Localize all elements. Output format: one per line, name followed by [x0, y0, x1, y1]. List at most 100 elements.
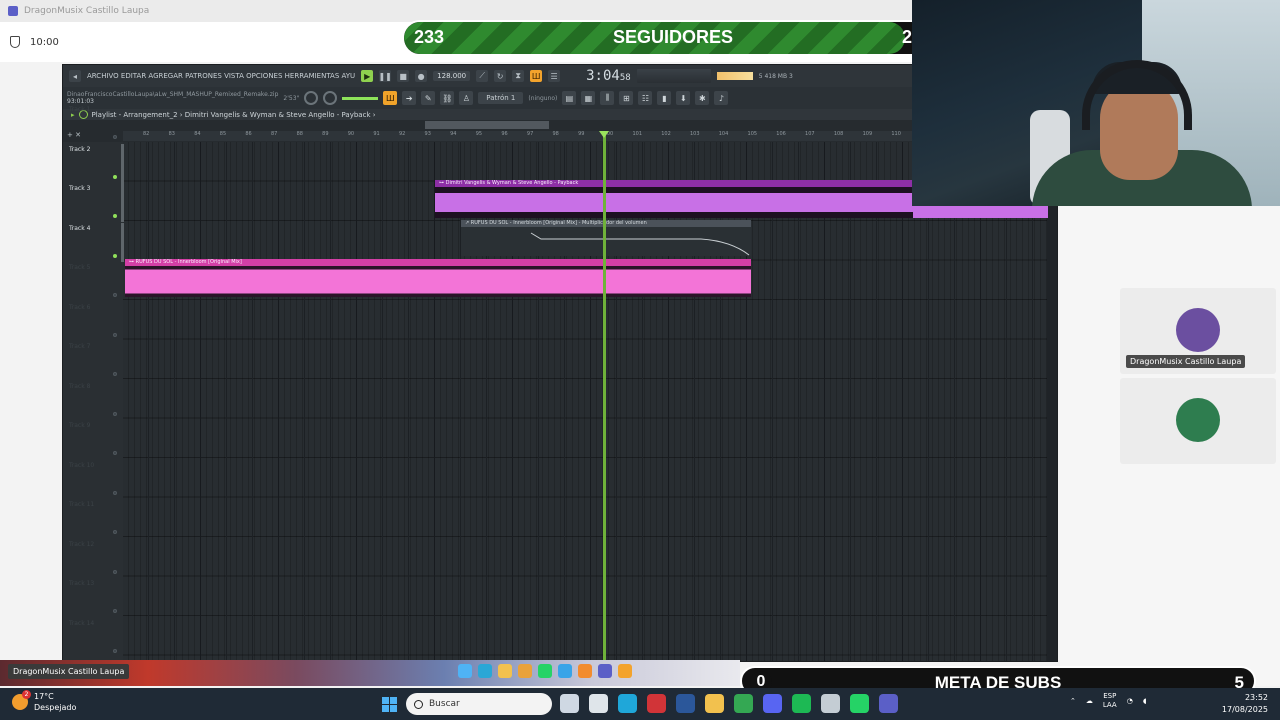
track-mute-led-icon[interactable] [113, 332, 117, 337]
snap-icon[interactable]: Ш [530, 70, 543, 82]
taskbar-search[interactable]: Buscar [406, 693, 552, 715]
fl-menu-items[interactable]: ARCHIVO EDITAR AGREGAR PATRONES VISTA OP… [87, 72, 355, 80]
search-placeholder: Buscar [429, 699, 460, 709]
track-header[interactable]: Track 9 [63, 420, 123, 460]
master-volume-knob[interactable] [304, 91, 319, 105]
song-time: 3:04 [586, 68, 620, 84]
track-header[interactable]: Track 6 [63, 302, 123, 342]
track-mute-led-icon[interactable] [113, 569, 117, 574]
track-header[interactable]: Track 10 [63, 460, 123, 500]
wrench-icon[interactable]: ✱ [695, 91, 710, 105]
playlist-icon[interactable]: ▤ [562, 91, 577, 105]
track-header[interactable]: Track 5 [63, 262, 123, 302]
participant-card-2[interactable] [1120, 378, 1276, 464]
taskview-icon[interactable] [560, 694, 579, 713]
track-header[interactable]: Track 4 [63, 222, 124, 263]
plugin-icon[interactable]: ▮ [657, 91, 672, 105]
metronome-icon[interactable]: ⟋ [476, 70, 489, 82]
track-header[interactable]: Track 11 [63, 499, 123, 539]
record-icon[interactable]: ● [415, 70, 428, 82]
wifi-icon[interactable]: ◔ [1127, 697, 1133, 705]
track-header[interactable]: Track 2 [63, 143, 124, 184]
stamp-icon[interactable]: ♙ [459, 91, 474, 105]
tray-cloud-icon[interactable]: ☁ [1086, 697, 1093, 705]
memory-mb: 418 MB [764, 72, 788, 80]
pat-song-toggle-icon[interactable]: ▶ [361, 70, 374, 82]
edge-icon[interactable] [618, 694, 637, 713]
track-mute-led-icon[interactable] [113, 214, 117, 218]
track-mute-led-icon[interactable] [113, 253, 117, 258]
tray-chevron-icon[interactable]: ⌃ [1070, 697, 1076, 705]
playhead-marker-icon[interactable] [599, 131, 609, 138]
windows-start-icon[interactable] [382, 697, 397, 712]
pause-icon[interactable]: ❚❚ [378, 70, 392, 82]
track-mute-led-icon[interactable] [113, 648, 117, 653]
track-mute-led-icon[interactable] [113, 609, 117, 613]
master-pitch-knob[interactable] [323, 91, 338, 105]
volume-icon[interactable]: ◖ [1143, 697, 1147, 705]
pdf-icon[interactable] [647, 694, 666, 713]
word-icon[interactable] [676, 694, 695, 713]
automation-curve [530, 232, 750, 256]
store-icon[interactable] [589, 694, 608, 713]
timeline-ruler[interactable]: 82 83 84 85 86 87 88 89 90 91 92 93 94 95 96 97 98 99 100 1… [123, 131, 921, 141]
track-selector-rail[interactable] [121, 143, 124, 183]
clip-innerbloom[interactable]: ⊶ RUFUS DU SOL - Innerbloom [Original Mi… [125, 259, 751, 297]
track-header[interactable]: Track 12 [63, 539, 123, 579]
fl-menu-icon[interactable]: ◂ [69, 70, 81, 82]
track-header[interactable]: Track 14 [63, 618, 123, 658]
weather-widget[interactable]: 2 17°C Despejado [12, 690, 76, 713]
clip-volume-automation[interactable]: ↗ RUFUS DU SOL - Innerbloom [Original Mi… [461, 220, 751, 256]
vertical-scrollbar[interactable] [1047, 142, 1057, 661]
piano-roll-icon[interactable]: ▦ [581, 91, 596, 105]
track-selector-rail[interactable] [121, 222, 124, 262]
discord-icon[interactable] [763, 694, 782, 713]
language-indicator[interactable]: ESP LAA [1103, 692, 1117, 710]
chrome-icon[interactable] [734, 694, 753, 713]
link-icon[interactable]: ⛓ [440, 91, 455, 105]
track-mute-led-icon[interactable] [113, 411, 117, 416]
track-header[interactable]: Track 3 [63, 183, 124, 223]
master-slider[interactable] [342, 96, 379, 100]
explorer-icon[interactable] [705, 694, 724, 713]
cpu-meter [716, 72, 753, 80]
track-selector-rail[interactable] [121, 183, 124, 222]
teams-icon[interactable] [879, 694, 898, 713]
track-mute-led-icon[interactable] [113, 490, 117, 495]
blend-icon[interactable]: ☰ [548, 70, 561, 82]
app-icon[interactable] [821, 694, 840, 713]
track-mute-led-icon[interactable] [113, 135, 117, 139]
track-header[interactable]: Track 8 [63, 381, 123, 421]
track-header[interactable]: Track 1 [63, 104, 123, 144]
track-mute-led-icon[interactable] [113, 451, 117, 455]
whatsapp-icon[interactable] [850, 694, 869, 713]
taskbar-clock[interactable]: 23:52 17/08/2025 [1222, 692, 1268, 716]
playhead[interactable] [603, 131, 606, 661]
file-path: DinaoFranciscoCastilloLaupa\aLw_SHM_MASH… [67, 91, 279, 98]
track-mute-led-icon[interactable] [113, 372, 117, 376]
cloud-icon[interactable]: ⬇ [676, 91, 691, 105]
playlist-breadcrumb[interactable]: Playlist - Arrangement_2 › Dimitri Vange… [92, 111, 376, 119]
mixer-icon[interactable]: ⫼ [600, 91, 615, 105]
browser-icon[interactable]: ☷ [638, 91, 653, 105]
playlist-overview-scroll[interactable] [425, 121, 549, 129]
tempo-display[interactable]: 128.000 [433, 71, 471, 81]
mic-icon[interactable]: ♪ [714, 91, 729, 105]
stop-icon[interactable]: ■ [397, 70, 410, 82]
pattern-selector[interactable]: Patrón 1 [478, 92, 524, 104]
track-mute-led-icon[interactable] [113, 530, 117, 534]
typing-keyboard-icon[interactable]: Ш [383, 91, 398, 105]
track-header[interactable]: Track 13 [63, 578, 123, 618]
track-name: Track 4 [69, 224, 91, 232]
track-mute-led-icon[interactable] [113, 174, 117, 179]
spotify-icon[interactable] [792, 694, 811, 713]
wait-icon[interactable]: ⧗ [512, 70, 525, 82]
arrow-right-icon[interactable]: ➔ [402, 91, 417, 105]
pattern-none[interactable]: (ninguno) [528, 95, 557, 102]
track-mute-led-icon[interactable] [113, 293, 117, 297]
channel-rack-icon[interactable]: ⊞ [619, 91, 634, 105]
participant-card-1[interactable]: DragonMusix Castillo Laupa [1120, 288, 1276, 374]
pencil-icon[interactable]: ✎ [421, 91, 436, 105]
track-header[interactable]: Track 7 [63, 341, 123, 381]
loop-icon[interactable]: ↻ [494, 70, 507, 82]
